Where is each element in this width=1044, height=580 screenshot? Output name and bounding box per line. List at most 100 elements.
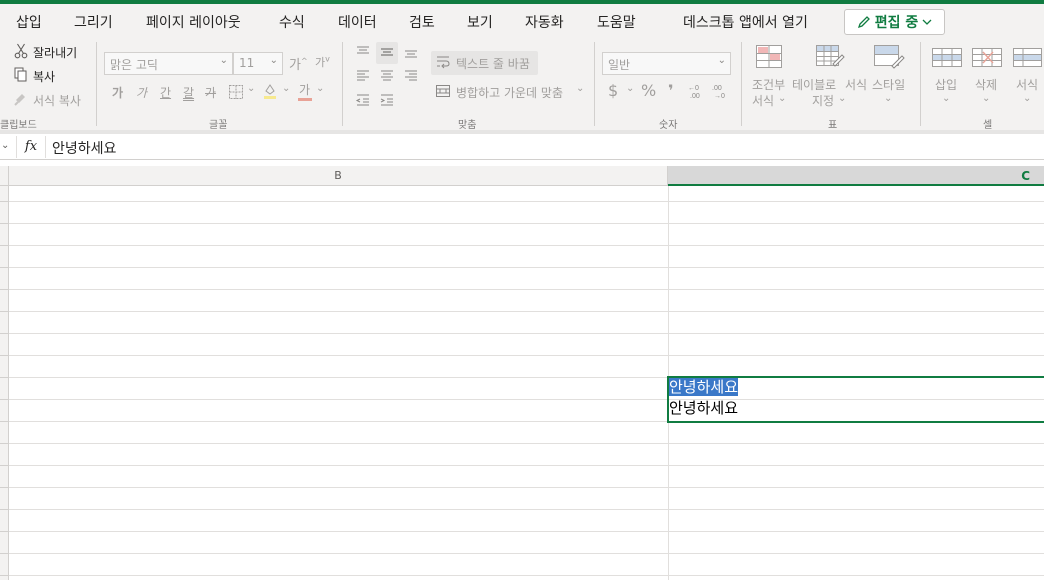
decrease-font-size-button[interactable]: 가v <box>315 54 330 70</box>
align-bottom-icon[interactable] <box>403 44 419 60</box>
borders-icon[interactable] <box>228 84 244 100</box>
column-header-b[interactable]: B <box>9 166 668 186</box>
svg-text:←0: ←0 <box>688 85 699 92</box>
number-format-select[interactable]: 일반 ⌄ <box>602 52 731 75</box>
cut-button[interactable]: 잘라내기 <box>33 44 77 61</box>
chevron-down-icon[interactable]: ⌄ <box>778 93 786 104</box>
grid-line <box>9 311 1044 312</box>
increase-font-size-label: 가 <box>289 58 301 73</box>
chevron-down-icon[interactable]: ⌄ <box>626 83 634 94</box>
font-color-button[interactable]: 가 <box>299 81 310 98</box>
row-divider <box>0 289 9 290</box>
menu-bar: 삽입 그리기 페이지 레이아웃 수식 데이터 검토 보기 자동화 도움말 데스크… <box>0 4 1044 38</box>
name-box-dropdown-icon[interactable]: ⌄ <box>1 140 9 151</box>
fill-color-icon[interactable] <box>262 82 278 100</box>
insert-cells-icon[interactable] <box>931 46 963 70</box>
format-cells-icon[interactable] <box>1012 46 1042 70</box>
select-all-corner[interactable] <box>0 166 9 186</box>
pencil-icon <box>857 15 871 29</box>
row-divider <box>0 575 9 576</box>
tab-review[interactable]: 검토 <box>409 12 435 32</box>
font-name-select[interactable]: 맑은 고딕 ⌄ <box>104 52 233 75</box>
double-underline-button[interactable]: 갈 <box>183 84 194 101</box>
underline-button[interactable]: 간 <box>160 84 171 101</box>
row-divider <box>0 421 9 422</box>
decrease-decimal-icon[interactable]: .00 →0 <box>710 82 730 100</box>
align-middle-icon[interactable] <box>379 44 395 60</box>
insert-function-button[interactable]: fx <box>16 136 46 158</box>
tab-help[interactable]: 도움말 <box>597 12 636 32</box>
delete-cells-icon[interactable] <box>971 46 1003 70</box>
chevron-down-icon[interactable]: ⌄ <box>942 93 950 104</box>
tab-insert[interactable]: 삽입 <box>16 12 42 32</box>
delete-cells-button[interactable]: 삭제 <box>975 76 997 93</box>
comma-style-button[interactable]: ❜ <box>668 81 674 100</box>
chevron-down-icon[interactable]: ⌄ <box>884 93 892 104</box>
formula-input[interactable]: 안녕하세요 <box>52 138 116 158</box>
chevron-down-icon[interactable]: ⌄ <box>1023 93 1031 104</box>
tab-draw[interactable]: 그리기 <box>74 12 113 32</box>
row-divider <box>0 465 9 466</box>
tab-view[interactable]: 보기 <box>467 12 493 32</box>
merge-center-button[interactable]: 병합하고 가운데 맞춤 <box>456 84 563 101</box>
font-name-value: 맑은 고딕 <box>110 58 158 72</box>
tab-page-layout[interactable]: 페이지 레이아웃 <box>146 12 241 32</box>
align-top-icon[interactable] <box>355 44 371 60</box>
row-divider <box>0 531 9 532</box>
cell-c-line-1[interactable]: 안녕하세요 <box>669 378 739 396</box>
editing-mode-button[interactable]: 편집 중 <box>844 9 945 35</box>
ribbon-divider <box>96 42 97 126</box>
column-header-c[interactable]: C <box>668 166 1044 186</box>
row-divider <box>0 399 9 400</box>
bold-button[interactable]: 가 <box>112 84 123 101</box>
open-desktop-app-link[interactable]: 데스크톱 앱에서 열기 <box>683 12 808 32</box>
ribbon-divider <box>741 42 742 126</box>
editing-mode-label: 편집 중 <box>874 15 919 31</box>
align-right-icon[interactable] <box>403 68 419 84</box>
grid-line <box>9 355 1044 356</box>
chevron-down-icon[interactable]: ⌄ <box>247 83 255 94</box>
conditional-formatting-icon[interactable] <box>755 44 783 70</box>
format-as-table-label-2[interactable]: 지정 <box>812 92 834 109</box>
decrease-indent-icon[interactable] <box>355 92 371 108</box>
align-center-icon[interactable] <box>379 68 395 84</box>
chevron-down-icon[interactable]: ⌄ <box>982 93 990 104</box>
increase-indent-icon[interactable] <box>379 92 395 108</box>
chevron-down-icon[interactable]: ⌄ <box>282 83 290 94</box>
chevron-down-icon[interactable]: ⌄ <box>576 83 584 94</box>
cell-styles-label-1[interactable]: 서식 <box>845 76 867 93</box>
format-as-table-label-1[interactable]: 테이블로 <box>792 76 836 93</box>
chevron-down-icon: ⌄ <box>269 55 278 66</box>
increase-font-size-button[interactable]: 가^ <box>289 54 308 73</box>
italic-button[interactable]: 가 <box>136 84 147 101</box>
row-divider <box>0 443 9 444</box>
row-headers[interactable] <box>0 186 9 580</box>
cells-group-label: 셀 <box>983 120 993 131</box>
currency-button[interactable]: $ <box>608 81 618 100</box>
insert-cells-button[interactable]: 삽입 <box>935 76 957 93</box>
conditional-formatting-label-2[interactable]: 서식 <box>752 92 774 109</box>
percent-button[interactable]: % <box>641 81 656 100</box>
cell-c-line-2[interactable]: 안녕하세요 <box>669 399 738 417</box>
cell-styles-label-2[interactable]: 스타일 <box>872 76 905 93</box>
align-left-icon[interactable] <box>355 68 371 84</box>
format-cells-button[interactable]: 서식 <box>1016 76 1038 93</box>
format-painter-button[interactable]: 서식 복사 <box>33 92 81 109</box>
cell-styles-icon[interactable] <box>873 44 905 70</box>
copy-button[interactable]: 복사 <box>33 68 55 85</box>
ribbon: 잘라내기 복사 서식 복사 클립보드 맑은 고딕 ⌄ 11 ⌄ 가^ 가v 가 … <box>0 38 1044 131</box>
strikethrough-button[interactable]: 가 <box>205 84 216 101</box>
chevron-down-icon[interactable]: ⌄ <box>838 93 846 104</box>
format-as-table-icon[interactable] <box>815 44 845 70</box>
font-group-label: 글꼴 <box>209 120 228 131</box>
chevron-down-icon[interactable]: ⌄ <box>316 83 324 94</box>
increase-decimal-icon[interactable]: ←0.00 <box>686 82 706 100</box>
conditional-formatting-label-1[interactable]: 조건부 <box>752 76 785 93</box>
tab-automate[interactable]: 자동화 <box>525 12 564 32</box>
tab-data[interactable]: 데이터 <box>338 12 377 32</box>
tab-formulas[interactable]: 수식 <box>279 12 305 32</box>
font-size-select[interactable]: 11 ⌄ <box>233 52 283 75</box>
wrap-text-button[interactable]: 텍스트 줄 바꿈 <box>456 55 530 72</box>
chevron-down-icon <box>922 17 932 27</box>
ribbon-divider <box>920 42 921 126</box>
